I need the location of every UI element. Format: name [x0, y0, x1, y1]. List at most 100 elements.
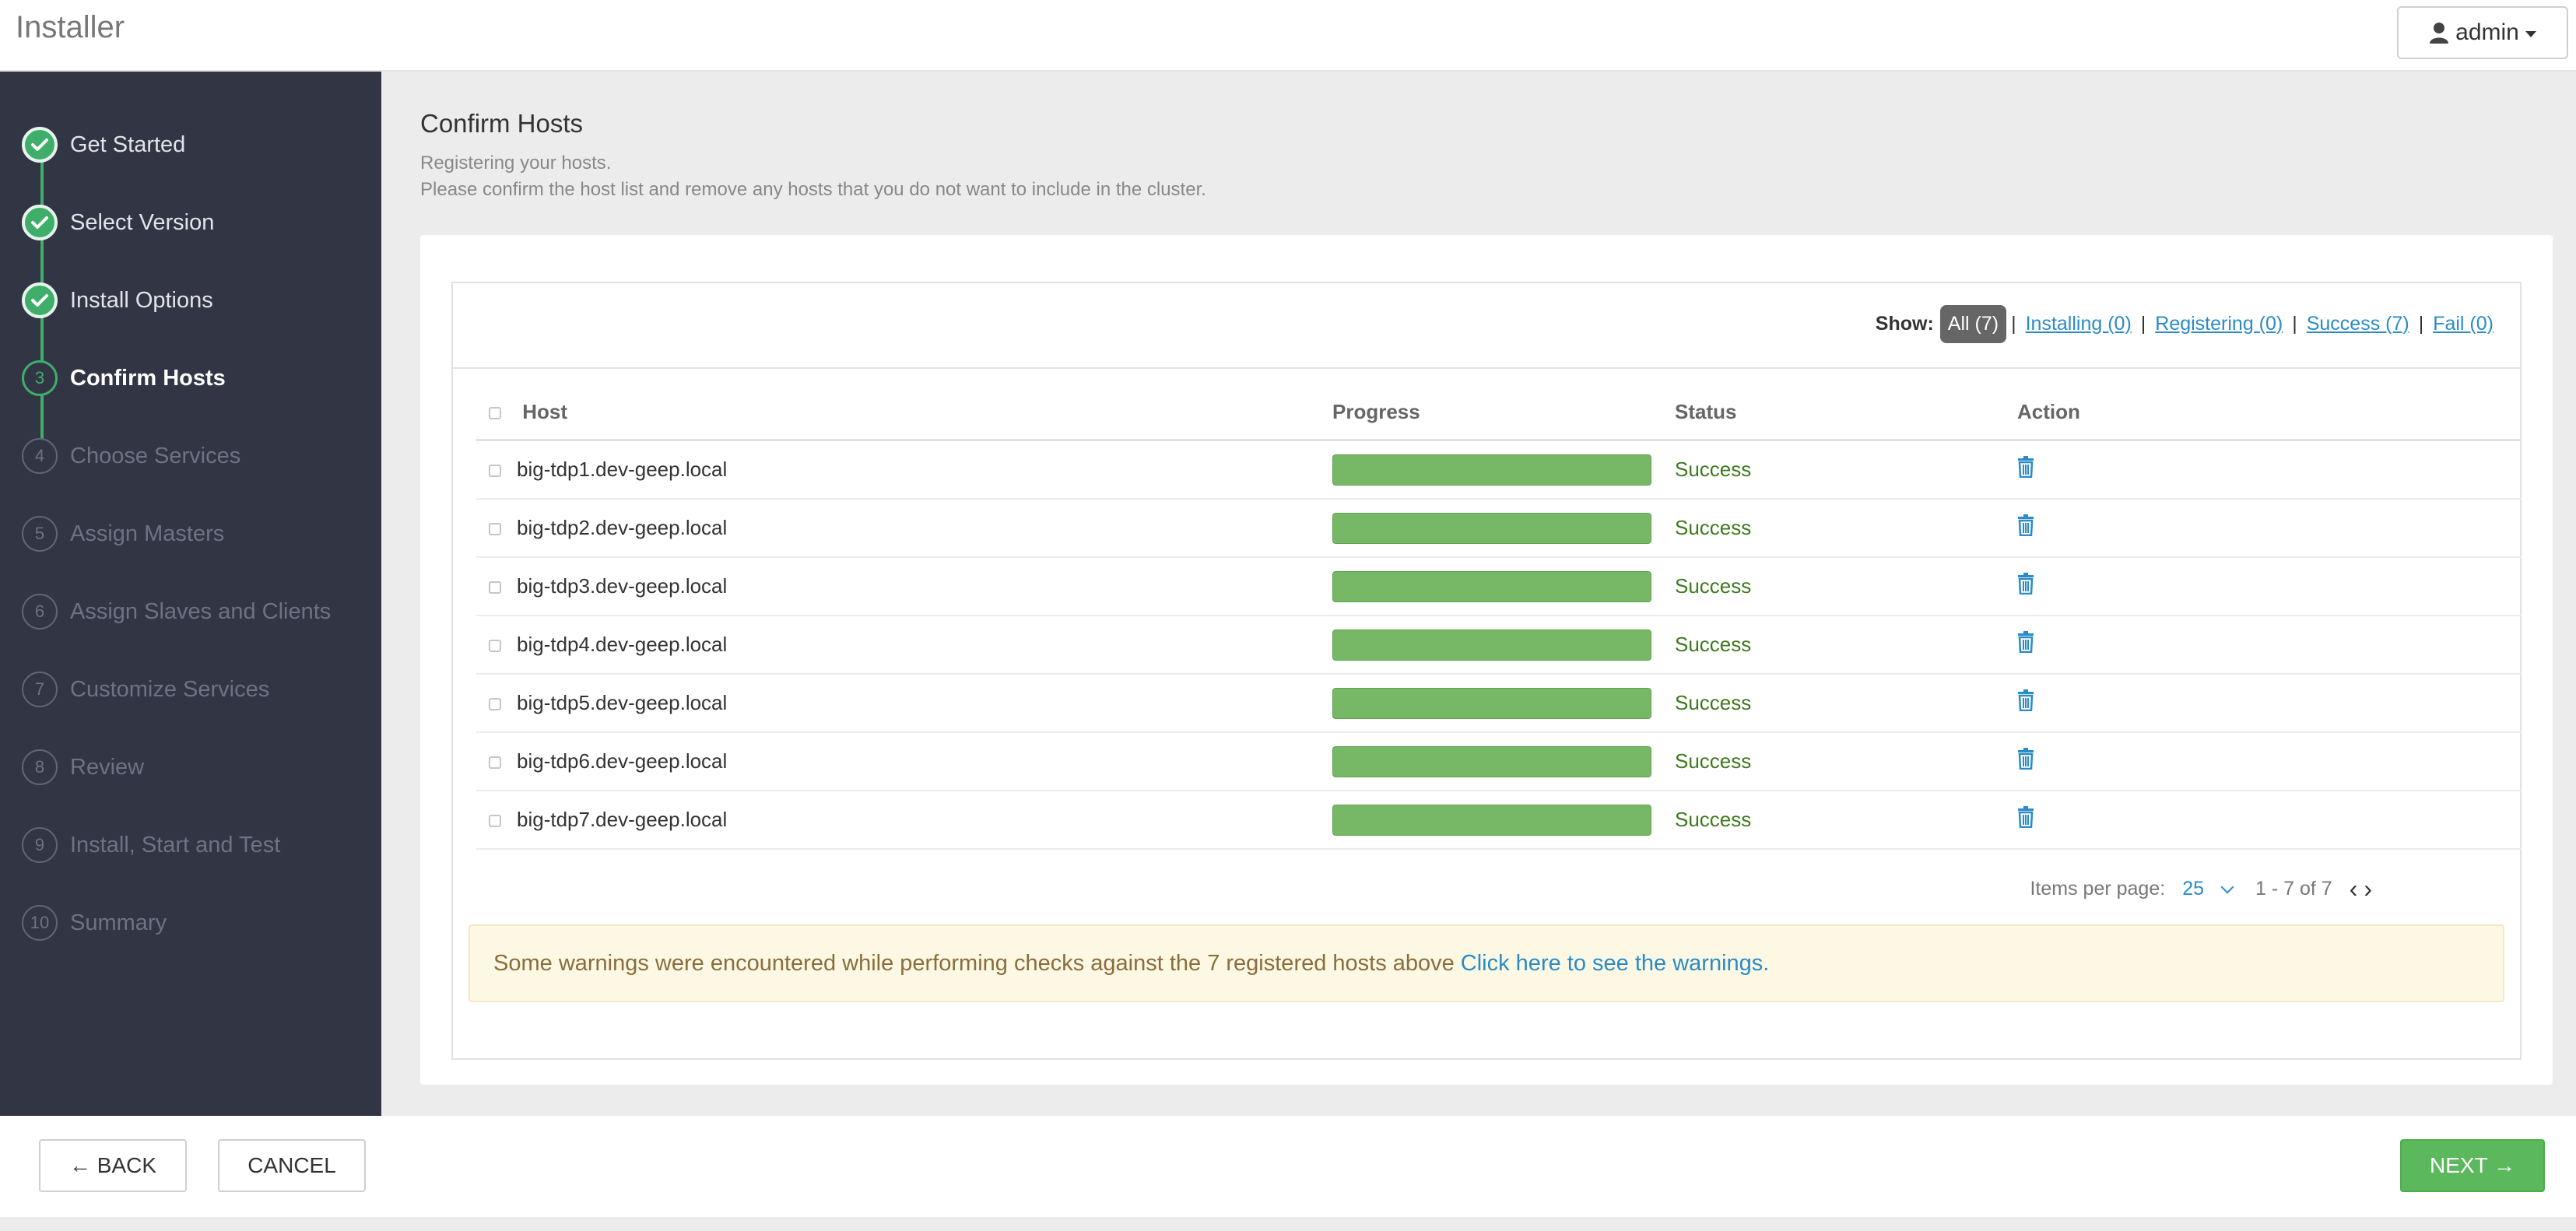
table-row: big-tdp5.dev-geep.local Success: [476, 674, 2522, 733]
progress-cell: [1332, 616, 1675, 675]
user-icon: [2430, 23, 2449, 44]
progress-cell: [1332, 440, 1675, 500]
sidebar-step-2[interactable]: Select Version: [22, 199, 214, 246]
progress-cell: [1332, 557, 1675, 616]
trash-icon[interactable]: [2017, 514, 2034, 542]
sidebar-step-label: Choose Services: [70, 443, 241, 468]
hosts-table: Host Progress Status Action big-tdp1.dev…: [476, 384, 2522, 850]
host-cell: big-tdp7.dev-geep.local: [476, 791, 1332, 850]
action-cell: [2017, 732, 2522, 791]
filter-fail[interactable]: Fail (0): [2433, 313, 2494, 335]
sidebar-step-8: 7 Customize Services: [22, 666, 269, 713]
next-button[interactable]: NEXT →: [2400, 1139, 2545, 1192]
column-header-progress: Progress: [1332, 384, 1675, 441]
action-cell: [2017, 499, 2522, 558]
step-complete-badge: [22, 282, 58, 318]
host-checkbox[interactable]: [489, 815, 501, 828]
sidebar-step-label: Summary: [70, 910, 167, 935]
trash-icon[interactable]: [2017, 806, 2034, 833]
progress-bar-fill: [1332, 745, 1651, 777]
items-per-page-label: Items per page:: [2030, 878, 2166, 900]
sidebar-step-4[interactable]: 3 Confirm Hosts: [22, 355, 226, 402]
wizard-sidebar: Get Started Select Version Install Options…: [0, 72, 381, 1116]
status-cell: Success: [1675, 616, 2017, 675]
host-checkbox[interactable]: [489, 756, 501, 770]
table-row: big-tdp1.dev-geep.local Success: [476, 440, 2522, 500]
filter-installing[interactable]: Installing (0): [2026, 313, 2132, 335]
trash-icon[interactable]: [2017, 456, 2034, 483]
table-row: big-tdp2.dev-geep.local Success: [476, 499, 2522, 558]
progress-cell: [1332, 499, 1675, 558]
select-all-checkbox[interactable]: [489, 406, 501, 419]
sidebar-step-7: 6 Assign Slaves and Clients: [22, 588, 331, 635]
page-description-line1: Registering your hosts.: [420, 153, 612, 174]
step-number: 10: [22, 905, 58, 941]
host-checkbox[interactable]: [489, 581, 501, 594]
host-checkbox[interactable]: [489, 640, 501, 653]
sidebar-step-label: Customize Services: [70, 676, 270, 702]
host-name: big-tdp3.dev-geep.local: [517, 574, 728, 598]
action-cell: [2017, 440, 2522, 500]
progress-bar: [1332, 512, 1651, 544]
sidebar-step-6: 5 Assign Masters: [22, 510, 224, 557]
sidebar-step-5: 4 Choose Services: [22, 433, 240, 479]
status-text: Success: [1675, 691, 1752, 714]
sidebar-step-label: Assign Slaves and Clients: [70, 598, 332, 624]
back-button[interactable]: ← BACK: [39, 1139, 187, 1192]
action-cell: [2017, 557, 2522, 616]
trash-icon[interactable]: [2017, 573, 2034, 600]
step-number: 6: [22, 594, 58, 630]
filter-bar: Show: All (7) | Installing (0) | Registe…: [453, 283, 2520, 369]
status-cell: Success: [1675, 499, 2017, 558]
sidebar-step-3[interactable]: Install Options: [22, 277, 213, 324]
items-per-page-select[interactable]: 25: [2182, 878, 2204, 900]
see-warnings-link[interactable]: Click here to see the warnings.: [1461, 951, 1770, 977]
progress-bar-fill: [1332, 454, 1651, 486]
progress-bar-fill: [1332, 570, 1651, 602]
trash-icon[interactable]: [2017, 748, 2034, 775]
host-checkbox[interactable]: [489, 698, 501, 711]
page-description-line2: Please confirm the host list and remove …: [420, 179, 1206, 200]
page-title: Confirm Hosts: [420, 109, 584, 138]
host-cell: big-tdp5.dev-geep.local: [476, 674, 1332, 733]
host-cell: big-tdp2.dev-geep.local: [476, 499, 1332, 558]
filter-all[interactable]: All (7): [1939, 304, 2007, 343]
filter-registering[interactable]: Registering (0): [2155, 313, 2283, 335]
filter-success[interactable]: Success (7): [2307, 313, 2409, 335]
host-checkbox[interactable]: [489, 465, 501, 478]
host-cell: big-tdp6.dev-geep.local: [476, 732, 1332, 791]
table-header-row: Host Progress Status Action: [476, 384, 2522, 441]
chevron-down-icon[interactable]: [2220, 880, 2234, 893]
host-name: big-tdp6.dev-geep.local: [517, 749, 728, 773]
progress-bar: [1332, 454, 1651, 486]
progress-bar-fill: [1332, 804, 1651, 836]
step-complete-badge: [22, 127, 58, 163]
action-cell: [2017, 674, 2522, 733]
progress-cell: [1332, 791, 1675, 850]
trash-icon[interactable]: [2017, 689, 2034, 717]
user-menu-button[interactable]: admin: [2397, 6, 2568, 59]
cancel-button[interactable]: CANCEL: [218, 1139, 366, 1192]
top-bar: Installer admin: [0, 0, 2576, 72]
trash-icon[interactable]: [2017, 631, 2034, 658]
pagination: Items per page: 25 1 - 7 of 7 ‹ ›: [2030, 875, 2372, 903]
status-cell: Success: [1675, 674, 2017, 733]
sidebar-step-11: 10 Summary: [22, 900, 167, 946]
table-row: big-tdp7.dev-geep.local Success: [476, 791, 2522, 850]
check-icon: [31, 139, 48, 151]
sidebar-step-label: Assign Masters: [70, 521, 225, 546]
warnings-text: Some warnings were encountered while per…: [493, 950, 1455, 976]
bottom-strip: [0, 1217, 2576, 1231]
wizard-footer: ← BACK CANCEL NEXT →: [0, 1116, 2576, 1217]
sidebar-step-9: 8 Review: [22, 744, 144, 791]
next-page-button[interactable]: ›: [2364, 875, 2372, 903]
host-name: big-tdp1.dev-geep.local: [517, 458, 728, 481]
filter-separator: |: [2292, 312, 2297, 335]
action-cell: [2017, 791, 2522, 850]
previous-page-button[interactable]: ‹: [2350, 875, 2358, 903]
host-checkbox[interactable]: [489, 523, 501, 536]
user-name: admin: [2455, 19, 2519, 45]
step-number: 8: [22, 749, 58, 785]
sidebar-step-1[interactable]: Get Started: [22, 121, 185, 168]
show-label: Show:: [1875, 312, 1934, 335]
